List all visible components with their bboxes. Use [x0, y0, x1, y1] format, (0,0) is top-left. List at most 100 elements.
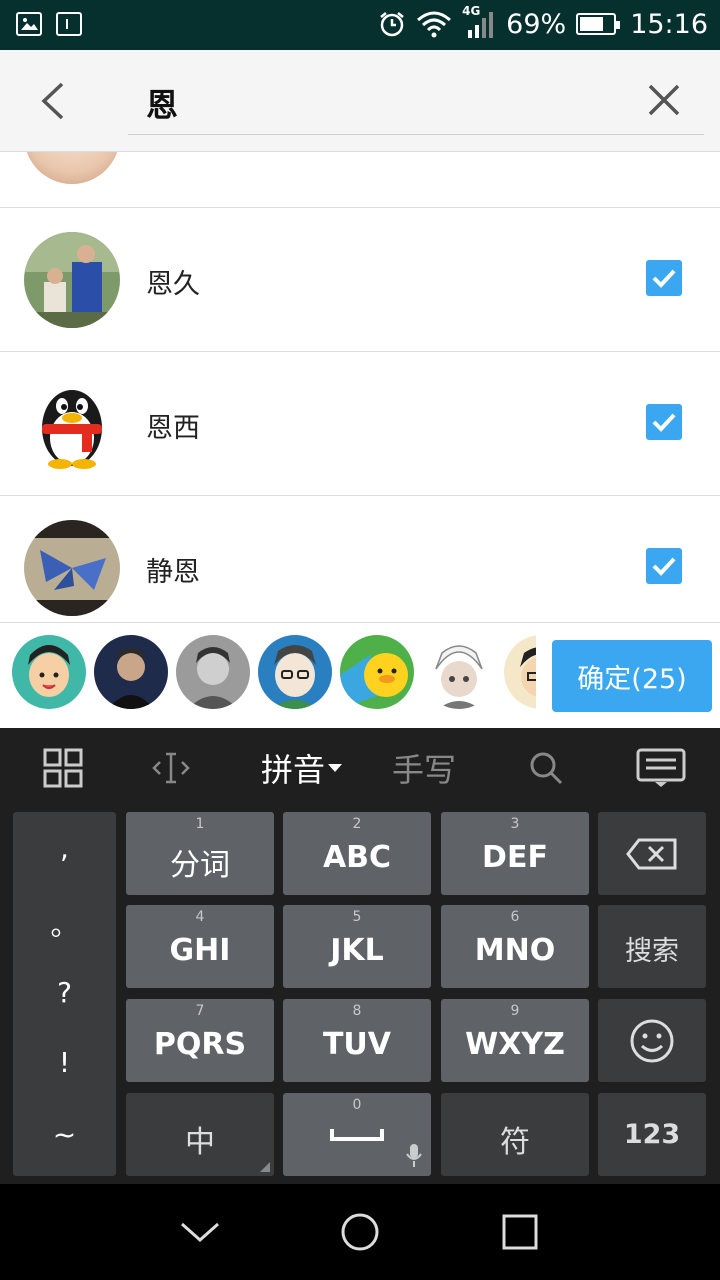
- close-icon: [648, 84, 680, 116]
- key-number: 1: [195, 816, 205, 832]
- input-method-keyboard: 拼音 手写 , 。 ? ! ~ 1 分词 2 ABC 3 DEF 4 GHI 5…: [0, 728, 720, 1184]
- navigation-bar: [0, 1184, 720, 1280]
- triangle-down-icon: [328, 764, 342, 772]
- contact-name: 恩西: [146, 413, 200, 444]
- key-1[interactable]: 1 分词: [126, 812, 274, 895]
- contact-name: 恩久: [146, 269, 200, 300]
- key-number: 3: [510, 816, 520, 832]
- selected-avatar-strip[interactable]: [12, 635, 536, 711]
- pinyin-mode-tab[interactable]: 拼音: [254, 744, 350, 792]
- selected-avatar[interactable]: [94, 635, 168, 709]
- circle-home-icon: [341, 1213, 379, 1251]
- contact-checkbox[interactable]: [646, 260, 682, 296]
- key-label: DEF: [482, 840, 548, 875]
- selected-avatar[interactable]: [422, 635, 496, 709]
- key-5[interactable]: 5 JKL: [283, 905, 431, 988]
- hide-keyboard-icon[interactable]: [636, 744, 686, 792]
- text-notification-icon: [56, 12, 82, 36]
- selected-avatar[interactable]: [504, 635, 536, 709]
- selected-avatar[interactable]: [12, 635, 86, 709]
- key-3[interactable]: 3 DEF: [441, 812, 589, 895]
- corner-triangle-icon: [260, 1162, 270, 1172]
- confirm-button[interactable]: 确定(25): [552, 640, 712, 712]
- key-label: TUV: [322, 1027, 392, 1062]
- punct-period[interactable]: 。: [13, 904, 116, 944]
- chevron-down-icon: [181, 1222, 219, 1243]
- key-label: 123: [623, 1119, 681, 1150]
- chinese-mode-key[interactable]: 中: [126, 1093, 274, 1176]
- contact-checkbox[interactable]: [646, 404, 682, 440]
- punctuation-column[interactable]: , 。 ? ! ~: [13, 812, 116, 1176]
- status-bar: 4G 69% 15:16: [0, 0, 720, 50]
- selected-avatar[interactable]: [258, 635, 332, 709]
- keyboard-toolbar: 拼音 手写: [0, 728, 720, 808]
- battery-percent: 69%: [506, 8, 567, 40]
- key-number: 7: [195, 1003, 205, 1019]
- contact-row[interactable]: 恩西: [0, 352, 720, 496]
- contact-list[interactable]: 恩久 恩西 静恩: [0, 152, 720, 622]
- search-icon[interactable]: [526, 744, 566, 792]
- wifi-icon: [417, 11, 452, 38]
- nav-home-button[interactable]: [340, 1212, 380, 1252]
- contact-row[interactable]: 静恩: [0, 496, 720, 622]
- key-number: 2: [352, 816, 362, 832]
- numbers-key[interactable]: 123: [598, 1093, 706, 1176]
- key-7[interactable]: 7 PQRS: [126, 999, 274, 1082]
- checkmark-icon: [652, 269, 676, 288]
- symbols-key[interactable]: 符: [441, 1093, 589, 1176]
- key-number: 4: [195, 909, 205, 925]
- cursor-move-icon[interactable]: [148, 744, 194, 792]
- contact-row[interactable]: [0, 152, 720, 208]
- clear-search-button[interactable]: [644, 80, 684, 120]
- space-bar-icon: [330, 1129, 384, 1141]
- avatar: [24, 520, 120, 616]
- contact-name: 静恩: [146, 557, 200, 588]
- qq-penguin-icon: [24, 376, 120, 472]
- gallery-notification-icon: [16, 12, 42, 36]
- key-label: 中: [185, 1125, 215, 1160]
- nav-back-button[interactable]: [180, 1212, 220, 1252]
- key-2[interactable]: 2 ABC: [283, 812, 431, 895]
- emoji-key[interactable]: [598, 999, 706, 1082]
- key-9[interactable]: 9 WXYZ: [441, 999, 589, 1082]
- selected-avatar[interactable]: [340, 635, 414, 709]
- avatar: [24, 376, 120, 472]
- punct-tilde[interactable]: ~: [13, 1118, 116, 1151]
- backspace-icon: [626, 838, 677, 870]
- contact-row[interactable]: 恩久: [0, 208, 720, 352]
- key-label: ABC: [322, 840, 392, 875]
- key-label: 搜索: [625, 936, 679, 967]
- backspace-key[interactable]: [598, 812, 706, 895]
- avatar: [24, 232, 120, 328]
- key-8[interactable]: 8 TUV: [283, 999, 431, 1082]
- key-label: 分词: [170, 848, 230, 883]
- key-label: PQRS: [153, 1027, 247, 1062]
- clock: 15:16: [630, 8, 708, 40]
- grid-menu-icon[interactable]: [40, 744, 86, 792]
- key-number: 0: [352, 1097, 362, 1113]
- key-6[interactable]: 6 MNO: [441, 905, 589, 988]
- search-key[interactable]: 搜索: [598, 905, 706, 988]
- key-label: MNO: [474, 933, 556, 968]
- microphone-icon: [406, 1144, 422, 1167]
- nav-recents-button[interactable]: [500, 1212, 540, 1252]
- back-button[interactable]: [30, 76, 76, 126]
- handwrite-mode-tab[interactable]: 手写: [386, 744, 462, 792]
- space-key[interactable]: 0: [283, 1093, 431, 1176]
- punct-exclaim[interactable]: !: [13, 1046, 116, 1079]
- search-input[interactable]: 恩: [146, 80, 178, 126]
- smiley-icon: [630, 1019, 674, 1063]
- selected-avatar[interactable]: [176, 635, 250, 709]
- key-label: 符: [500, 1125, 530, 1160]
- checkmark-icon: [652, 413, 676, 432]
- selected-contacts-bar: 确定(25): [0, 622, 720, 728]
- cellular-signal-icon: 4G: [462, 4, 496, 40]
- punct-question[interactable]: ?: [13, 976, 116, 1009]
- checkmark-icon: [652, 557, 676, 576]
- contact-checkbox[interactable]: [646, 548, 682, 584]
- avatar: [24, 152, 120, 184]
- battery-icon: [576, 13, 621, 35]
- punct-comma[interactable]: ,: [13, 832, 116, 865]
- key-4[interactable]: 4 GHI: [126, 905, 274, 988]
- key-number: 9: [510, 1003, 520, 1019]
